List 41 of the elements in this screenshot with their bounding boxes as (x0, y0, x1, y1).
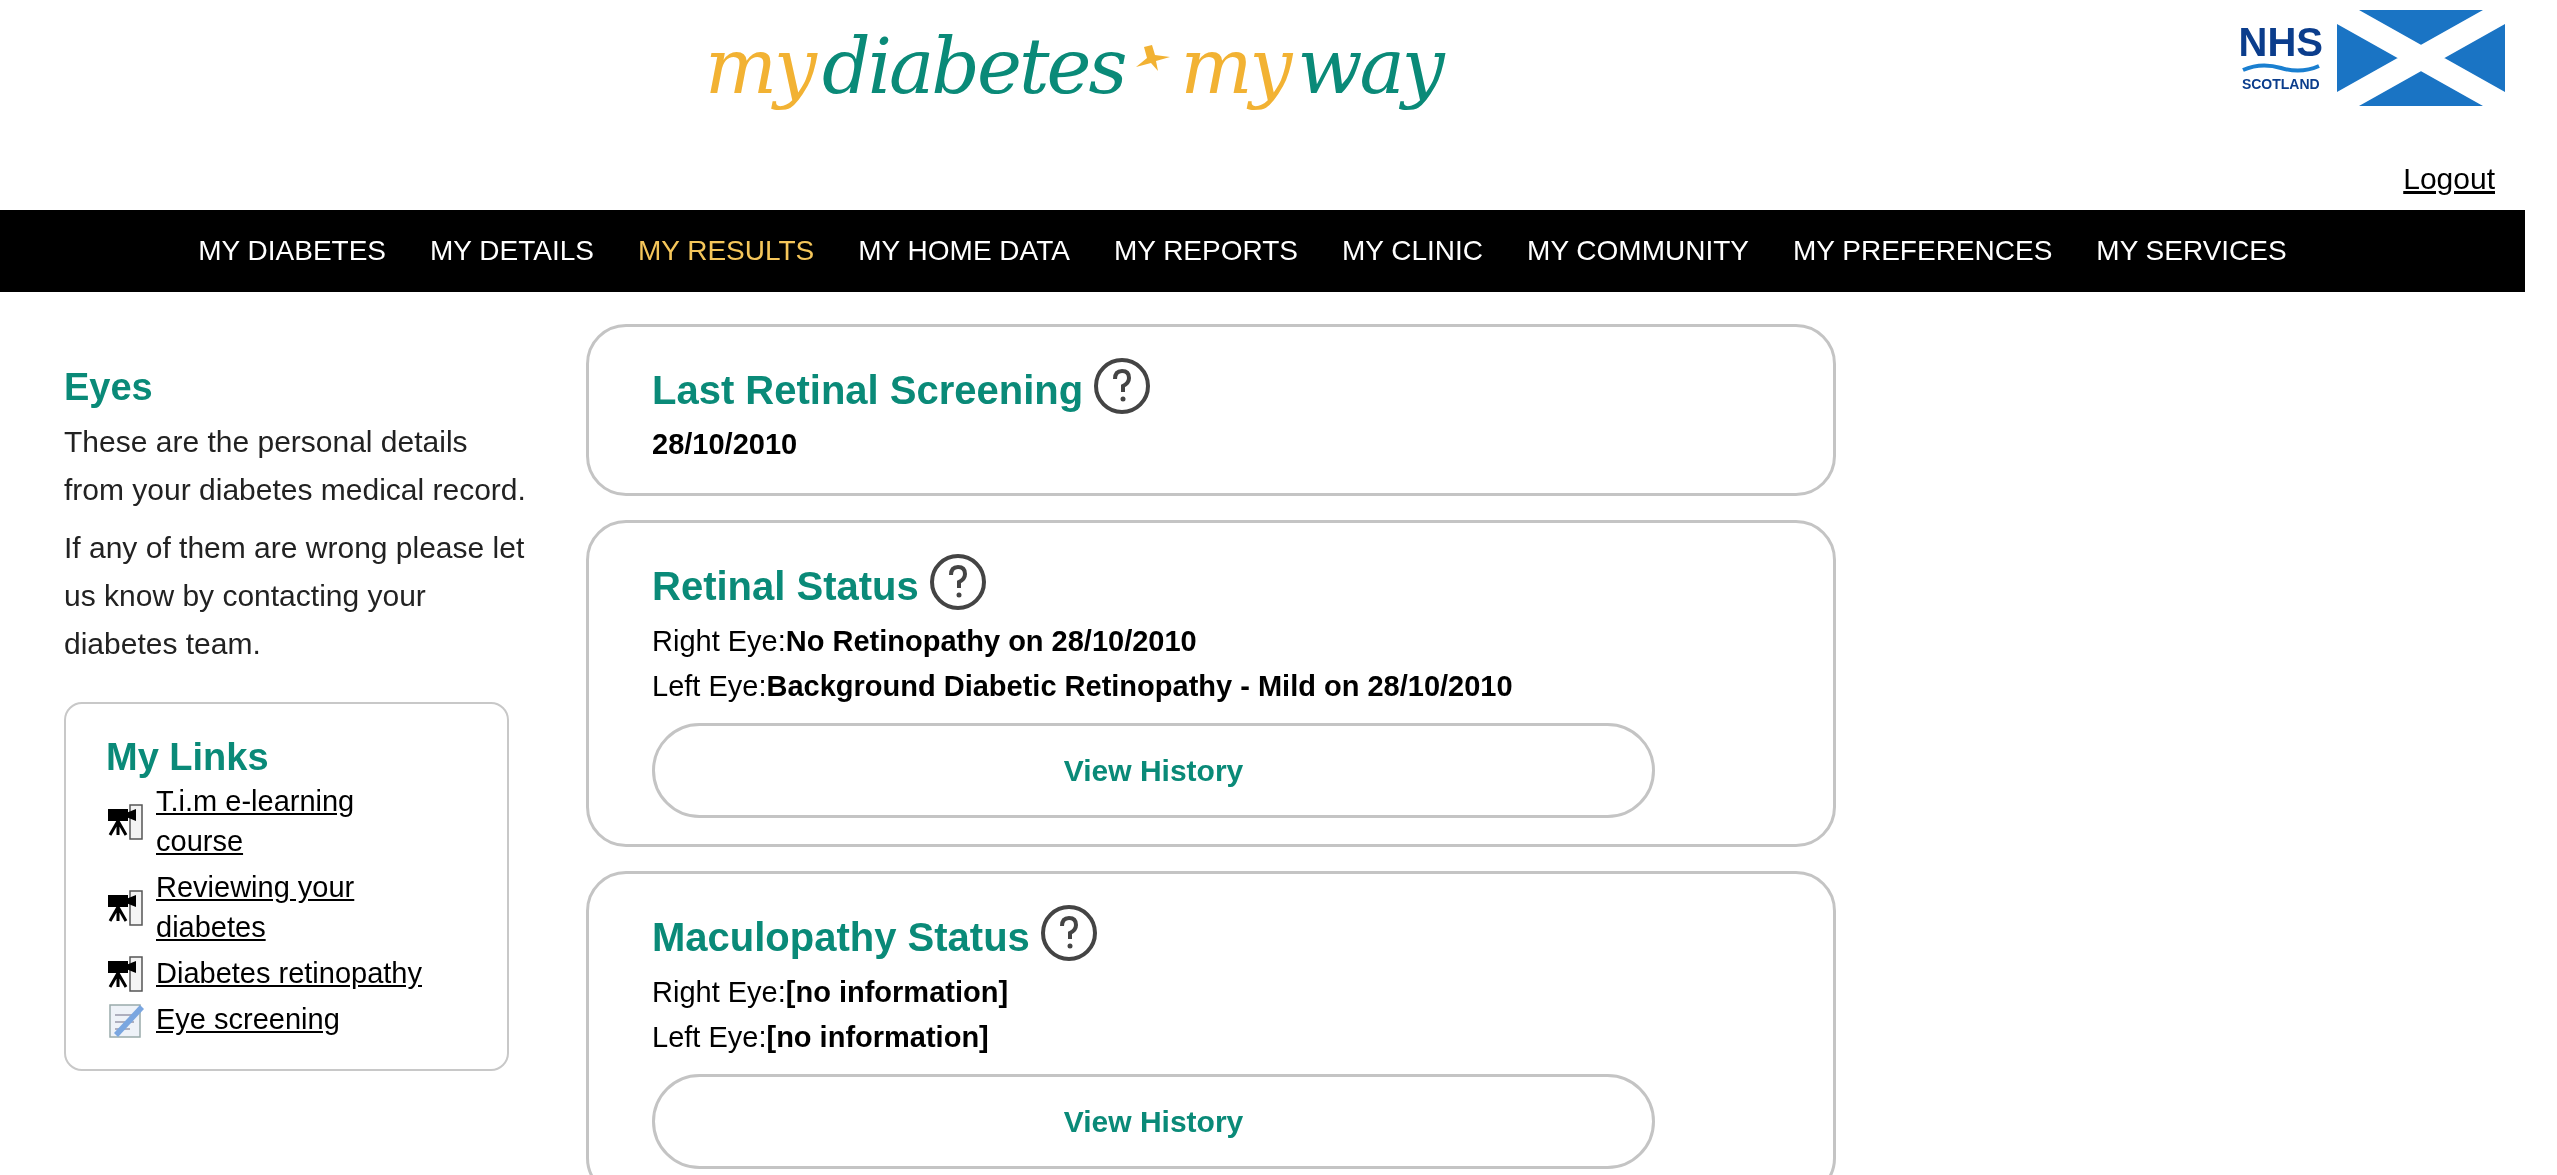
nav-tab[interactable]: MY RESULTS (637, 230, 815, 272)
nav-tab[interactable]: MY SERVICES (2096, 230, 2287, 272)
nav-tab[interactable]: MY DIABETES (198, 230, 387, 272)
nav-tab[interactable]: MY PREFERENCES (1793, 230, 2053, 272)
screening-date: 28/10/2010 (652, 427, 799, 462)
nav-tab[interactable]: MY HOME DATA (858, 230, 1070, 272)
help-icon[interactable] (928, 552, 987, 611)
logo-word: my (705, 21, 814, 113)
card-title: Retinal Status (652, 562, 919, 610)
video-camera-icon (106, 953, 146, 993)
info-paragraph: If any of them are wrong please let us know by contacting your diabetes team. (64, 529, 526, 662)
status-line: Left Eye:Background Diabetic Retinopathy - Mild on 28/10/2010 (652, 668, 1514, 704)
video-camera-icon (106, 887, 146, 927)
resource-link[interactable]: Eye screening (156, 999, 446, 1039)
help-icon[interactable] (1039, 903, 1098, 962)
nav-tab[interactable]: MY REPORTS (1113, 230, 1298, 272)
wave-icon (2240, 61, 2321, 74)
status-line: Right Eye:No Retinopathy on 28/10/2010 (652, 623, 1198, 659)
logout-link[interactable]: Logout (2403, 156, 2495, 201)
info-paragraph: These are the personal details from your diabetes medical record. (64, 423, 527, 508)
resource-link[interactable]: Reviewing your diabetes (156, 867, 446, 947)
resource-link[interactable]: T.i.m e-learning course (156, 781, 446, 861)
card-title: Maculopathy Status (652, 913, 1030, 961)
video-camera-icon (106, 801, 146, 841)
nav-tab[interactable]: MY DETAILS (430, 230, 594, 272)
nhs-logo-text: NHS SCOTLAND (2238, 21, 2323, 94)
help-icon[interactable] (1093, 357, 1152, 415)
logo-word: way (1297, 21, 1442, 113)
nav-tab[interactable]: MY CLINIC (1342, 230, 1484, 272)
logo-word: my (1180, 21, 1290, 113)
status-line: Left Eye:[no information] (652, 1019, 990, 1055)
section-heading: Eyes (64, 365, 154, 410)
logo-word: diabetes (822, 21, 1125, 113)
saltire-flag-icon (2337, 10, 2505, 106)
links-heading: My Links (106, 734, 270, 780)
status-line: Right Eye:[no information] (652, 974, 1010, 1010)
card-title: Last Retinal Screening (652, 367, 1084, 414)
nav-tab[interactable]: MY COMMUNITY (1527, 230, 1749, 272)
resource-link[interactable]: Diabetes retinopathy (156, 953, 446, 993)
view-history-button[interactable]: View History (652, 722, 1655, 818)
view-history-button[interactable]: View History (652, 1073, 1655, 1169)
